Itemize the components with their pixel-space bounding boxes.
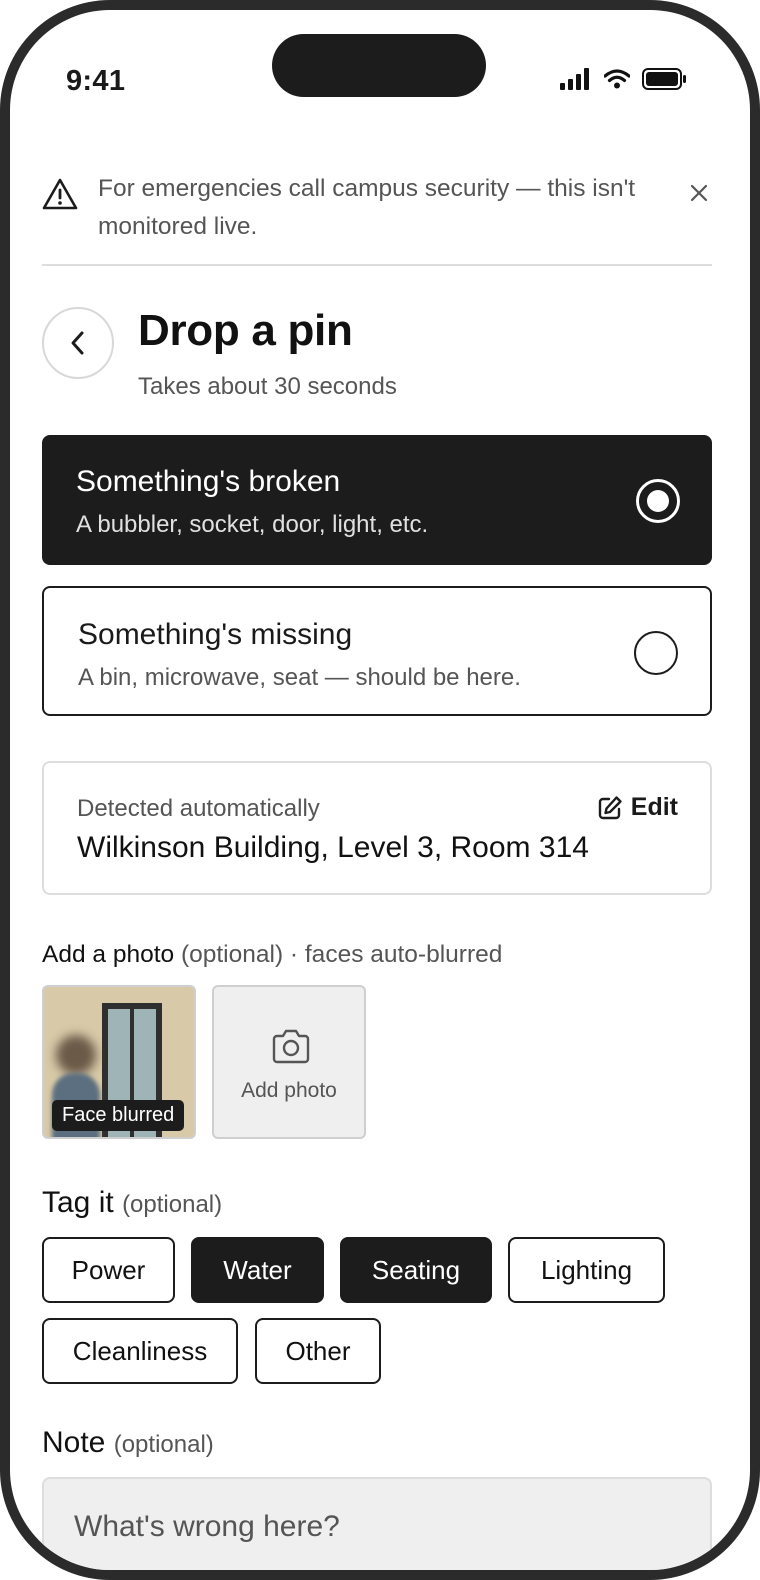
dismiss-banner-button[interactable] [686, 180, 712, 206]
report-type-broken[interactable]: Something's broken A bubbler, socket, do… [42, 435, 712, 565]
tag-chip-cleanliness[interactable]: Cleanliness [42, 1318, 238, 1384]
edit-label: Edit [630, 793, 678, 821]
close-icon [690, 184, 708, 202]
tag-chip-water[interactable]: Water [191, 1237, 324, 1303]
radio-unselected[interactable] [634, 631, 678, 675]
status-time: 9:41 [66, 65, 126, 97]
add-photo-label: Add photo [241, 1079, 337, 1102]
tags-heading: Tag it (optional) [42, 1186, 222, 1220]
tags-heading-note: (optional) [122, 1191, 223, 1218]
add-photo-button[interactable]: Add photo [212, 985, 366, 1139]
warning-icon [42, 178, 78, 210]
photo-heading-label: Add a photo [42, 941, 175, 968]
camera-icon [272, 1029, 310, 1064]
status-icons [560, 68, 688, 90]
back-button[interactable] [42, 307, 114, 379]
photo-heading-note: (optional) · faces auto-blurred [180, 941, 503, 968]
tag-chip-seating[interactable]: Seating [340, 1237, 492, 1303]
report-type-description: A bin, microwave, seat — should be here. [78, 664, 521, 691]
note-heading-note: (optional) [113, 1431, 214, 1458]
location-value: Wilkinson Building, Level 3, Room 314 [77, 831, 589, 864]
thumbnail-blurred-face [56, 1035, 96, 1075]
dynamic-island [272, 34, 486, 97]
note-heading-label: Note [42, 1426, 106, 1459]
tag-chip-lighting[interactable]: Lighting [508, 1237, 665, 1303]
tags-heading-label: Tag it [42, 1186, 114, 1219]
photo-thumbnail[interactable]: Face blurred [42, 985, 196, 1139]
radio-selected[interactable] [636, 479, 680, 523]
phone-frame: 9:41 For emergencies call campus securit… [0, 0, 760, 1580]
location-label: Detected automatically [77, 795, 320, 822]
emergency-banner: For emergencies call campus security — t… [42, 170, 712, 266]
report-type-title: Something's broken [76, 465, 341, 498]
screen: 9:41 For emergencies call campus securit… [10, 10, 750, 1570]
location-card: Detected automatically Wilkinson Buildin… [42, 761, 712, 895]
report-type-missing[interactable]: Something's missing A bin, microwave, se… [42, 586, 712, 716]
wifi-icon [604, 69, 630, 89]
banner-text: For emergencies call campus security — t… [98, 175, 636, 240]
edit-location-button[interactable]: Edit [597, 793, 678, 822]
tag-chip-power[interactable]: Power [42, 1237, 175, 1303]
face-blurred-badge: Face blurred [52, 1100, 185, 1131]
page-title: Drop a pin [138, 306, 353, 355]
note-heading: Note (optional) [42, 1426, 214, 1460]
battery-icon [642, 68, 686, 90]
photo-heading: Add a photo (optional) · faces auto-blur… [42, 941, 502, 969]
note-input[interactable] [42, 1477, 712, 1570]
page-subtitle: Takes about 30 seconds [138, 373, 397, 400]
tag-chip-other[interactable]: Other [255, 1318, 381, 1384]
edit-icon [598, 795, 622, 819]
report-type-description: A bubbler, socket, door, light, etc. [76, 511, 429, 538]
signal-icon [560, 68, 589, 90]
report-type-title: Something's missing [78, 618, 353, 651]
chevron-left-icon [71, 331, 84, 355]
